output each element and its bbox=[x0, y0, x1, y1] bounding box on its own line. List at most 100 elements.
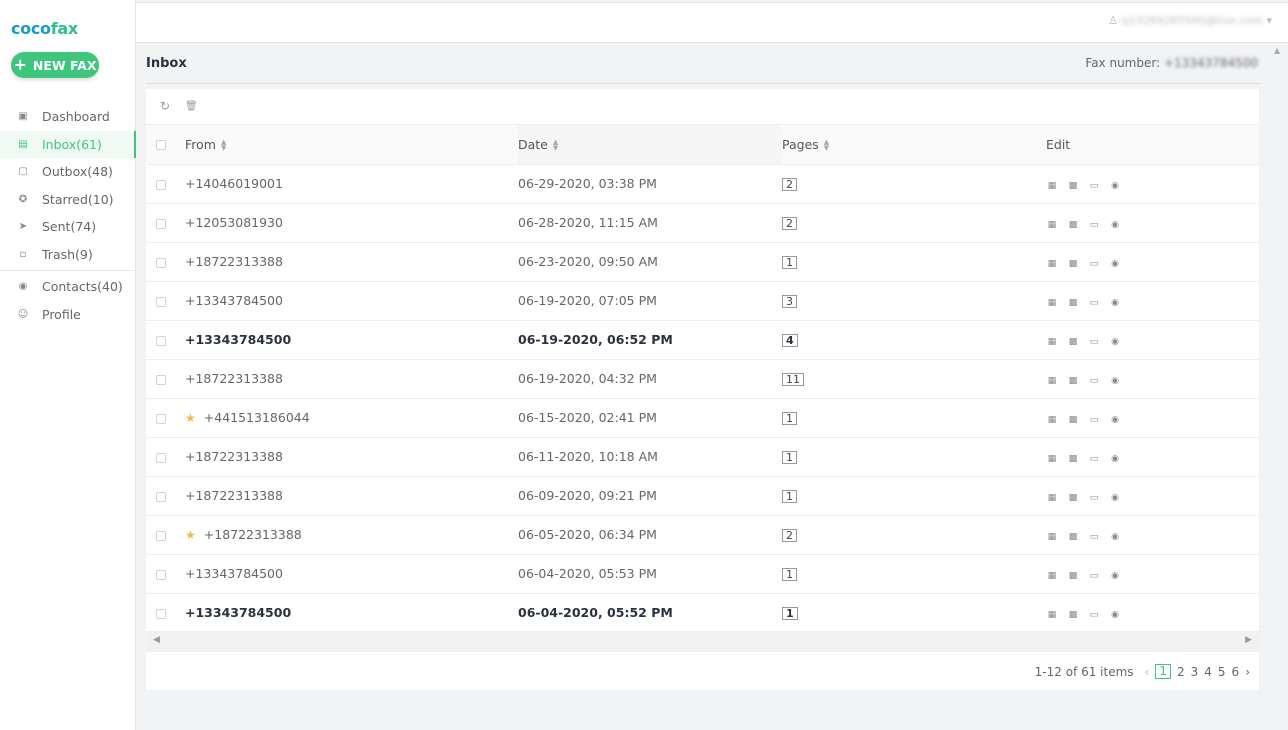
row-checkbox[interactable] bbox=[156, 179, 166, 190]
sort-icon[interactable]: ▲ ▼ bbox=[553, 139, 558, 152]
delete-icon[interactable]: ▭ bbox=[1088, 454, 1100, 464]
delete-icon[interactable]: ▭ bbox=[1088, 415, 1100, 425]
archive-icon[interactable]: ▩ bbox=[1067, 493, 1079, 503]
trash-icon[interactable]: 🗑 bbox=[185, 101, 198, 112]
table-row[interactable]: ★ +18722313388 06-05-2020, 06:34 PM 2 ▦ ▩ ▭ ◉ bbox=[146, 515, 1259, 555]
delete-icon[interactable]: ▭ bbox=[1088, 571, 1100, 581]
column-pages[interactable]: Pages ▲ ▼ bbox=[782, 125, 1046, 165]
scroll-up-icon[interactable]: ▲ bbox=[1274, 46, 1280, 55]
download-pdf-icon[interactable]: ▦ bbox=[1046, 376, 1058, 386]
sidebar-item-profile[interactable]: ☺ Profile bbox=[0, 301, 136, 329]
download-pdf-icon[interactable]: ▦ bbox=[1046, 493, 1058, 503]
archive-icon[interactable]: ▩ bbox=[1067, 415, 1079, 425]
row-checkbox[interactable] bbox=[156, 374, 166, 385]
table-row[interactable]: +18722313388 06-23-2020, 09:50 AM 1 ▦ ▩ ▭ ◉ bbox=[146, 242, 1259, 282]
delete-icon[interactable]: ▭ bbox=[1088, 532, 1100, 542]
row-checkbox[interactable] bbox=[156, 569, 166, 580]
page-2-button[interactable]: 2 bbox=[1177, 665, 1185, 679]
download-pdf-icon[interactable]: ▦ bbox=[1046, 298, 1058, 308]
user-menu[interactable]: ♙ q13284265500@live.com ▾ bbox=[1108, 14, 1272, 27]
delete-icon[interactable]: ▭ bbox=[1088, 493, 1100, 503]
column-from[interactable]: From ▲ ▼ bbox=[185, 125, 518, 165]
sidebar-item-contacts[interactable]: ◉ Contacts(40) bbox=[0, 273, 136, 301]
row-checkbox[interactable] bbox=[156, 491, 166, 502]
delete-icon[interactable]: ▭ bbox=[1088, 376, 1100, 386]
download-pdf-icon[interactable]: ▦ bbox=[1046, 454, 1058, 464]
scroll-right-icon[interactable]: ▶ bbox=[1245, 635, 1252, 645]
archive-icon[interactable]: ▩ bbox=[1067, 298, 1079, 308]
vertical-scrollbar[interactable]: ▲ bbox=[1270, 44, 1288, 730]
delete-icon[interactable]: ▭ bbox=[1088, 220, 1100, 230]
horizontal-scrollbar[interactable]: ◀ ▶ bbox=[146, 631, 1259, 652]
scroll-left-icon[interactable]: ◀ bbox=[153, 635, 160, 645]
view-eye-icon[interactable]: ◉ bbox=[1109, 181, 1121, 191]
row-checkbox[interactable] bbox=[156, 530, 166, 541]
download-pdf-icon[interactable]: ▦ bbox=[1046, 259, 1058, 269]
download-pdf-icon[interactable]: ▦ bbox=[1046, 337, 1058, 347]
sidebar-item-inbox[interactable]: ▤ Inbox(61) bbox=[0, 130, 136, 158]
table-row[interactable]: +13343784500 06-04-2020, 05:52 PM 1 ▦ ▩ ▭ ◉ bbox=[146, 593, 1259, 633]
view-eye-icon[interactable]: ◉ bbox=[1109, 493, 1121, 503]
column-date[interactable]: Date ▲ ▼ bbox=[518, 125, 782, 165]
table-row[interactable]: +18722313388 06-11-2020, 10:18 AM 1 ▦ ▩ ▭ ◉ bbox=[146, 437, 1259, 477]
sidebar-item-trash[interactable]: ▫ Trash(9) bbox=[0, 241, 136, 269]
new-fax-button[interactable]: + NEW FAX bbox=[11, 52, 99, 78]
view-eye-icon[interactable]: ◉ bbox=[1109, 571, 1121, 581]
sidebar-item-starred[interactable]: ✪ Starred(10) bbox=[0, 186, 136, 214]
cocofax-logo[interactable]: cocofax bbox=[11, 19, 78, 38]
delete-icon[interactable]: ▭ bbox=[1088, 337, 1100, 347]
row-checkbox[interactable] bbox=[156, 452, 166, 463]
table-row[interactable]: +13343784500 06-19-2020, 07:05 PM 3 ▦ ▩ ▭ ◉ bbox=[146, 281, 1259, 321]
archive-icon[interactable]: ▩ bbox=[1067, 571, 1079, 581]
row-checkbox[interactable] bbox=[156, 257, 166, 268]
table-row[interactable]: ★ +441513186044 06-15-2020, 02:41 PM 1 ▦ ▩ ▭ ◉ bbox=[146, 398, 1259, 438]
download-pdf-icon[interactable]: ▦ bbox=[1046, 610, 1058, 620]
archive-icon[interactable]: ▩ bbox=[1067, 181, 1079, 191]
archive-icon[interactable]: ▩ bbox=[1067, 532, 1079, 542]
table-row[interactable]: +18722313388 06-19-2020, 04:32 PM 11 ▦ ▩ ▭ ◉ bbox=[146, 359, 1259, 399]
download-pdf-icon[interactable]: ▦ bbox=[1046, 220, 1058, 230]
delete-icon[interactable]: ▭ bbox=[1088, 181, 1100, 191]
row-checkbox[interactable] bbox=[156, 413, 166, 424]
star-icon[interactable]: ★ bbox=[185, 411, 196, 425]
delete-icon[interactable]: ▭ bbox=[1088, 259, 1100, 269]
select-all-checkbox[interactable] bbox=[156, 140, 166, 151]
table-row[interactable]: +13343784500 06-04-2020, 05:53 PM 1 ▦ ▩ ▭ ◉ bbox=[146, 554, 1259, 594]
refresh-icon[interactable]: ↻ bbox=[160, 99, 170, 113]
table-row[interactable]: +14046019001 06-29-2020, 03:38 PM 2 ▦ ▩ ▭ ◉ bbox=[146, 164, 1259, 204]
archive-icon[interactable]: ▩ bbox=[1067, 376, 1079, 386]
view-eye-icon[interactable]: ◉ bbox=[1109, 337, 1121, 347]
sidebar-item-dashboard[interactable]: ▣ Dashboard bbox=[0, 103, 136, 131]
page-3-button[interactable]: 3 bbox=[1191, 665, 1199, 679]
archive-icon[interactable]: ▩ bbox=[1067, 337, 1079, 347]
row-checkbox[interactable] bbox=[156, 608, 166, 619]
view-eye-icon[interactable]: ◉ bbox=[1109, 298, 1121, 308]
view-eye-icon[interactable]: ◉ bbox=[1109, 454, 1121, 464]
row-checkbox[interactable] bbox=[156, 335, 166, 346]
archive-icon[interactable]: ▩ bbox=[1067, 454, 1079, 464]
view-eye-icon[interactable]: ◉ bbox=[1109, 376, 1121, 386]
next-page-icon[interactable]: › bbox=[1245, 665, 1250, 679]
sort-icon[interactable]: ▲ ▼ bbox=[221, 139, 226, 152]
archive-icon[interactable]: ▩ bbox=[1067, 610, 1079, 620]
sidebar-item-sent[interactable]: ➤ Sent(74) bbox=[0, 213, 136, 241]
sidebar-item-outbox[interactable]: ▢ Outbox(48) bbox=[0, 158, 136, 186]
archive-icon[interactable]: ▩ bbox=[1067, 259, 1079, 269]
download-pdf-icon[interactable]: ▦ bbox=[1046, 415, 1058, 425]
view-eye-icon[interactable]: ◉ bbox=[1109, 610, 1121, 620]
view-eye-icon[interactable]: ◉ bbox=[1109, 532, 1121, 542]
page-6-button[interactable]: 6 bbox=[1232, 665, 1240, 679]
star-icon[interactable]: ★ bbox=[185, 528, 196, 542]
delete-icon[interactable]: ▭ bbox=[1088, 298, 1100, 308]
view-eye-icon[interactable]: ◉ bbox=[1109, 220, 1121, 230]
table-row[interactable]: +13343784500 06-19-2020, 06:52 PM 4 ▦ ▩ ▭ ◉ bbox=[146, 320, 1259, 360]
delete-icon[interactable]: ▭ bbox=[1088, 610, 1100, 620]
page-4-button[interactable]: 4 bbox=[1204, 665, 1212, 679]
download-pdf-icon[interactable]: ▦ bbox=[1046, 181, 1058, 191]
download-pdf-icon[interactable]: ▦ bbox=[1046, 571, 1058, 581]
prev-page-icon[interactable]: ‹ bbox=[1145, 665, 1150, 679]
row-checkbox[interactable] bbox=[156, 218, 166, 229]
table-row[interactable]: +18722313388 06-09-2020, 09:21 PM 1 ▦ ▩ ▭ ◉ bbox=[146, 476, 1259, 516]
download-pdf-icon[interactable]: ▦ bbox=[1046, 532, 1058, 542]
row-checkbox[interactable] bbox=[156, 296, 166, 307]
